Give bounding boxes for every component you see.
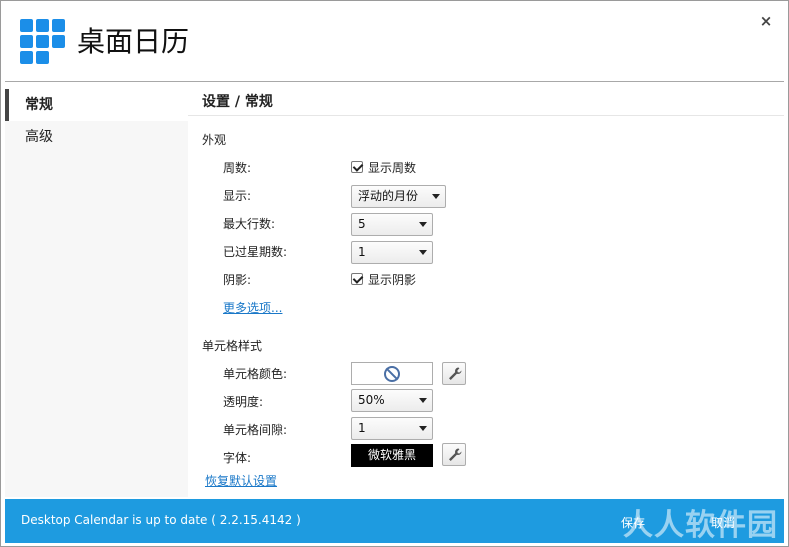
close-button[interactable]: × <box>758 13 774 29</box>
past-weeks-label: 已过星期数: <box>223 245 288 259</box>
update-status-text: Desktop Calendar is up to date ( 2.2.15.… <box>21 513 301 527</box>
font-picker[interactable]: 微软雅黑 <box>351 444 433 467</box>
max-rows-select-value: 5 <box>358 217 366 231</box>
wrench-icon <box>449 367 462 380</box>
past-weeks-select[interactable]: 1 <box>351 241 433 264</box>
cell-style-section-label: 单元格样式 <box>202 339 263 353</box>
chevron-down-icon <box>419 250 427 255</box>
chevron-down-icon <box>419 222 427 227</box>
wrench-icon <box>449 448 462 461</box>
sidebar-item-general[interactable]: 常规 <box>5 89 188 121</box>
show-shadow-text[interactable]: 显示阴影 <box>368 271 416 288</box>
show-week-number-text[interactable]: 显示周数 <box>368 159 416 176</box>
cell-color-settings-button[interactable] <box>442 362 466 385</box>
status-footer: Desktop Calendar is up to date ( 2.2.15.… <box>5 499 784 543</box>
app-title: 桌面日历 <box>77 25 190 58</box>
window-header: 桌面日历 × <box>5 5 784 82</box>
no-color-icon <box>384 366 400 382</box>
restore-defaults-link[interactable]: 恢复默认设置 <box>205 472 277 489</box>
settings-window: 桌面日历 × 常规 高级 设置 / 常规 外观 周数: 显示周数 显示: 浮动的… <box>0 0 789 547</box>
max-rows-select[interactable]: 5 <box>351 213 433 236</box>
show-shadow-checkbox[interactable] <box>351 273 363 285</box>
opacity-select-value: 50% <box>358 393 385 407</box>
font-label: 字体: <box>223 451 252 465</box>
sidebar: 常规 高级 <box>5 89 188 497</box>
page-title: 设置 / 常规 <box>202 94 273 110</box>
display-select[interactable]: 浮动的月份 <box>351 185 446 208</box>
title-divider <box>188 115 784 116</box>
show-week-number-checkbox[interactable] <box>351 161 363 173</box>
shadow-label: 阴影: <box>223 273 252 287</box>
cell-spacing-label: 单元格间隙: <box>223 423 288 437</box>
cell-color-picker[interactable] <box>351 362 433 385</box>
save-button[interactable]: 保存 <box>603 511 663 535</box>
week-number-label: 周数: <box>223 161 252 175</box>
cell-spacing-select-value: 1 <box>358 421 366 435</box>
display-select-value: 浮动的月份 <box>358 189 419 203</box>
cell-spacing-select[interactable]: 1 <box>351 417 433 440</box>
past-weeks-select-value: 1 <box>358 245 366 259</box>
calendar-grid-logo-icon <box>20 19 66 65</box>
cancel-button[interactable]: 取消 <box>693 511 753 535</box>
opacity-select[interactable]: 50% <box>351 389 433 412</box>
settings-content: 设置 / 常规 外观 周数: 显示周数 显示: 浮动的月份 最大行数: 5 已过… <box>188 85 784 497</box>
chevron-down-icon <box>419 398 427 403</box>
opacity-label: 透明度: <box>223 395 264 409</box>
appearance-section-label: 外观 <box>202 133 227 147</box>
max-rows-label: 最大行数: <box>223 217 276 231</box>
display-label: 显示: <box>223 189 252 203</box>
more-options-link[interactable]: 更多选项... <box>223 299 282 316</box>
chevron-down-icon <box>419 426 427 431</box>
sidebar-item-advanced[interactable]: 高级 <box>5 121 188 153</box>
font-settings-button[interactable] <box>442 443 466 466</box>
chevron-down-icon <box>432 194 440 199</box>
cell-color-label: 单元格颜色: <box>223 367 288 381</box>
